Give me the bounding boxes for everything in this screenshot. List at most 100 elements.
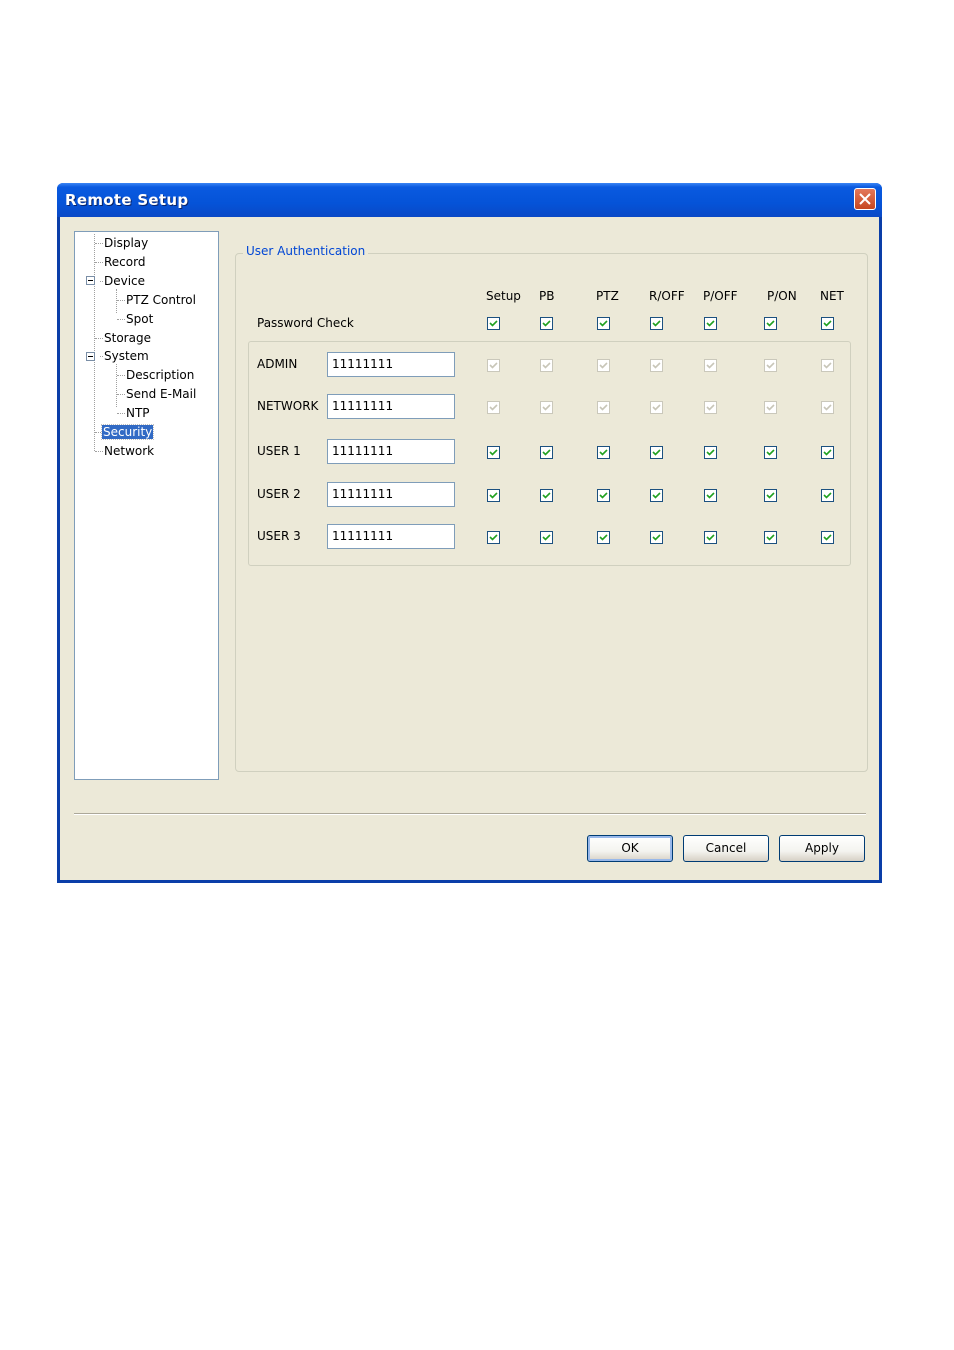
title-bar[interactable]: Remote Setup bbox=[57, 183, 882, 217]
check-icon bbox=[823, 492, 832, 499]
window-title: Remote Setup bbox=[65, 191, 189, 209]
check-icon bbox=[599, 534, 608, 541]
col-header-pon: P/ON bbox=[767, 289, 797, 303]
user-name-label: USER 2 bbox=[257, 487, 301, 501]
user-name-label: USER 3 bbox=[257, 529, 301, 543]
user-name-label: NETWORK bbox=[257, 399, 319, 413]
permission-roff-checkbox[interactable] bbox=[650, 531, 663, 544]
check-icon bbox=[489, 534, 498, 541]
check-icon bbox=[706, 404, 715, 411]
tree-item-spot[interactable]: Spot bbox=[126, 311, 153, 328]
settings-tree[interactable]: Display Record Device PTZ Control Spot S… bbox=[74, 231, 219, 780]
permission-poff-checkbox[interactable] bbox=[704, 446, 717, 459]
permission-poff-checkbox[interactable] bbox=[704, 489, 717, 502]
cancel-button[interactable]: Cancel bbox=[683, 835, 769, 862]
permission-pon-checkbox[interactable] bbox=[764, 446, 777, 459]
tree-item-network[interactable]: Network bbox=[104, 443, 154, 460]
password-input[interactable]: 11111111 bbox=[327, 482, 455, 507]
close-icon bbox=[859, 193, 871, 205]
check-icon bbox=[706, 320, 715, 327]
group-title: User Authentication bbox=[243, 244, 369, 258]
tree-item-storage[interactable]: Storage bbox=[104, 330, 151, 347]
permission-poff-checkbox bbox=[704, 359, 717, 372]
permission-setup-checkbox[interactable] bbox=[487, 489, 500, 502]
password-check-pon-checkbox[interactable] bbox=[764, 317, 777, 330]
remote-setup-window: Remote Setup Display Record Device PTZ C… bbox=[57, 183, 882, 883]
check-icon bbox=[489, 492, 498, 499]
check-icon bbox=[652, 492, 661, 499]
permission-setup-checkbox[interactable] bbox=[487, 531, 500, 544]
check-icon bbox=[706, 492, 715, 499]
password-check-roff-checkbox[interactable] bbox=[650, 317, 663, 330]
permission-setup-checkbox[interactable] bbox=[487, 446, 500, 459]
check-icon bbox=[766, 534, 775, 541]
permission-setup-checkbox bbox=[487, 359, 500, 372]
col-header-net: NET bbox=[820, 289, 844, 303]
permission-pon-checkbox[interactable] bbox=[764, 489, 777, 502]
permission-net-checkbox[interactable] bbox=[821, 489, 834, 502]
apply-button[interactable]: Apply bbox=[779, 835, 865, 862]
tree-item-security[interactable]: Security bbox=[100, 424, 155, 441]
permission-net-checkbox bbox=[821, 359, 834, 372]
check-icon bbox=[599, 404, 608, 411]
tree-item-send-email[interactable]: Send E-Mail bbox=[126, 386, 196, 403]
permission-pb-checkbox bbox=[540, 401, 553, 414]
tree-item-device[interactable]: Device bbox=[104, 273, 145, 290]
tree-item-display[interactable]: Display bbox=[104, 235, 148, 252]
permission-roff-checkbox bbox=[650, 359, 663, 372]
password-check-poff-checkbox[interactable] bbox=[704, 317, 717, 330]
ok-button[interactable]: OK bbox=[587, 835, 673, 862]
dialog-body: Display Record Device PTZ Control Spot S… bbox=[60, 217, 879, 880]
check-icon bbox=[766, 404, 775, 411]
check-icon bbox=[706, 534, 715, 541]
check-icon bbox=[599, 362, 608, 369]
password-check-pb-checkbox[interactable] bbox=[540, 317, 553, 330]
check-icon bbox=[542, 362, 551, 369]
system-collapse-icon[interactable] bbox=[86, 352, 95, 361]
password-check-ptz-checkbox[interactable] bbox=[597, 317, 610, 330]
check-icon bbox=[542, 534, 551, 541]
permission-roff-checkbox[interactable] bbox=[650, 489, 663, 502]
password-check-label: Password Check bbox=[257, 316, 354, 330]
password-check-setup-checkbox[interactable] bbox=[487, 317, 500, 330]
check-icon bbox=[489, 404, 498, 411]
password-check-net-checkbox[interactable] bbox=[821, 317, 834, 330]
device-collapse-icon[interactable] bbox=[86, 276, 95, 285]
check-icon bbox=[489, 449, 498, 456]
permission-ptz-checkbox[interactable] bbox=[597, 489, 610, 502]
permission-setup-checkbox bbox=[487, 401, 500, 414]
check-icon bbox=[766, 320, 775, 327]
password-input[interactable]: 11111111 bbox=[327, 524, 455, 549]
tree-item-ptz-control[interactable]: PTZ Control bbox=[126, 292, 196, 309]
check-icon bbox=[706, 362, 715, 369]
permission-pb-checkbox[interactable] bbox=[540, 531, 553, 544]
check-icon bbox=[542, 320, 551, 327]
tree-item-record[interactable]: Record bbox=[104, 254, 145, 271]
permission-poff-checkbox[interactable] bbox=[704, 531, 717, 544]
permission-pon-checkbox bbox=[764, 359, 777, 372]
password-input[interactable]: 11111111 bbox=[327, 352, 455, 377]
close-button[interactable] bbox=[854, 188, 876, 210]
permission-net-checkbox bbox=[821, 401, 834, 414]
tree-item-description[interactable]: Description bbox=[126, 367, 194, 384]
permission-net-checkbox[interactable] bbox=[821, 531, 834, 544]
permission-pon-checkbox[interactable] bbox=[764, 531, 777, 544]
password-input[interactable]: 11111111 bbox=[327, 439, 455, 464]
check-icon bbox=[652, 449, 661, 456]
permission-pb-checkbox[interactable] bbox=[540, 489, 553, 502]
permission-net-checkbox[interactable] bbox=[821, 446, 834, 459]
permission-roff-checkbox[interactable] bbox=[650, 446, 663, 459]
check-icon bbox=[766, 362, 775, 369]
password-input[interactable]: 11111111 bbox=[327, 394, 455, 419]
tree-item-ntp[interactable]: NTP bbox=[126, 405, 150, 422]
check-icon bbox=[652, 404, 661, 411]
permission-pon-checkbox bbox=[764, 401, 777, 414]
check-icon bbox=[706, 449, 715, 456]
col-header-setup: Setup bbox=[486, 289, 521, 303]
permission-pb-checkbox[interactable] bbox=[540, 446, 553, 459]
check-icon bbox=[599, 320, 608, 327]
tree-item-system[interactable]: System bbox=[104, 348, 149, 365]
permission-ptz-checkbox[interactable] bbox=[597, 531, 610, 544]
permission-ptz-checkbox[interactable] bbox=[597, 446, 610, 459]
permission-ptz-checkbox bbox=[597, 401, 610, 414]
